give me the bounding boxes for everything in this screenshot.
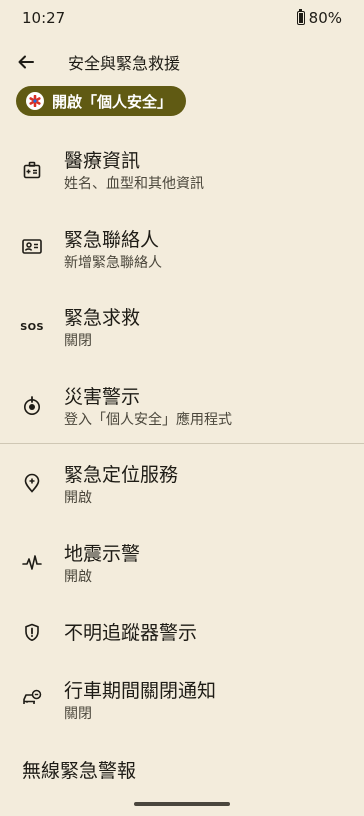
medical-info-item[interactable]: 醫療資訊 姓名、血型和其他資訊	[0, 146, 364, 196]
personal-safety-button[interactable]: 開啟「個人安全」	[16, 86, 187, 116]
item-subtitle: 關閉	[64, 333, 92, 349]
emergency-sos-item[interactable]: SOS 緊急求救 關閉	[0, 303, 364, 353]
item-title: 醫療資訊	[64, 150, 141, 172]
medical-id-icon	[22, 160, 42, 180]
item-subtitle: 姓名、血型和其他資訊	[64, 176, 204, 192]
sos-icon: SOS	[20, 321, 44, 333]
gesture-navigation-bar[interactable]	[134, 802, 230, 806]
clock: 10:27	[22, 9, 66, 27]
item-title: 緊急定位服務	[64, 464, 179, 486]
item-title: 災害警示	[64, 386, 141, 408]
battery-icon	[296, 8, 305, 25]
item-title: 緊急聯絡人	[64, 229, 160, 251]
item-subtitle: 新增緊急聯絡人	[64, 255, 162, 271]
arrow-back-icon	[18, 55, 34, 69]
item-title: 地震示警	[64, 543, 141, 565]
driving-notifications-item[interactable]: 行車期間關閉通知 關閉	[0, 676, 364, 726]
alert-target-icon	[22, 396, 42, 416]
emergency-location-item[interactable]: 緊急定位服務 開啟	[0, 460, 364, 510]
section-divider	[0, 443, 364, 444]
app-bar: 安全與緊急救援	[0, 40, 364, 84]
battery-percentage: 80%	[308, 9, 342, 27]
contact-card-icon	[22, 237, 42, 257]
page-title: 安全與緊急救援	[68, 54, 181, 73]
tracker-shield-icon	[22, 622, 42, 642]
wireless-emergency-alerts-item[interactable]: 無線緊急警報	[22, 756, 136, 783]
back-button[interactable]	[2, 40, 50, 84]
emergency-contacts-item[interactable]: 緊急聯絡人 新增緊急聯絡人	[0, 225, 364, 275]
item-title: 行車期間關閉通知	[64, 680, 217, 702]
location-pin-icon	[22, 473, 42, 493]
unknown-tracker-alerts-item[interactable]: 不明追蹤器警示	[0, 618, 364, 648]
item-title: 緊急求救	[64, 307, 141, 329]
battery-indicator: 80%	[296, 8, 342, 27]
car-notification-icon	[22, 688, 42, 708]
personal-safety-icon	[26, 92, 44, 110]
item-subtitle: 登入「個人安全」應用程式	[64, 412, 232, 428]
crisis-alerts-item[interactable]: 災害警示 登入「個人安全」應用程式	[0, 382, 364, 432]
item-subtitle: 關閉	[64, 706, 92, 722]
earthquake-alerts-item[interactable]: 地震示警 開啟	[0, 539, 364, 589]
item-title: 不明追蹤器警示	[64, 622, 198, 644]
item-subtitle: 開啟	[64, 490, 92, 506]
item-subtitle: 開啟	[64, 569, 92, 585]
status-bar: 10:27 80%	[0, 0, 364, 36]
waveform-icon	[22, 553, 42, 573]
personal-safety-label: 開啟「個人安全」	[52, 92, 173, 111]
